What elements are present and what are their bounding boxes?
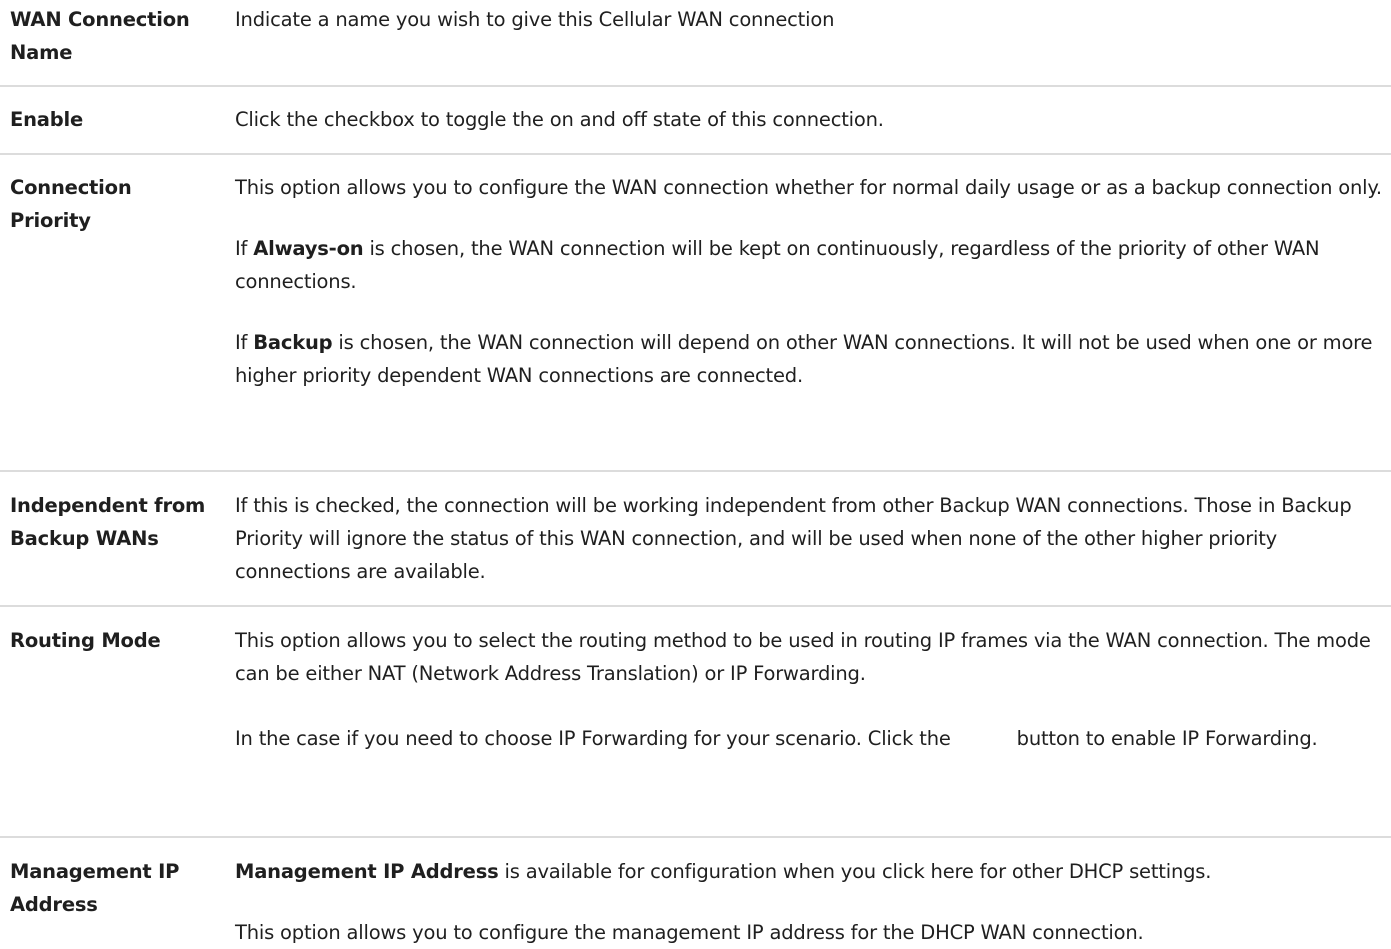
term-management-ip-address: Management IP Address — [10, 860, 180, 916]
text-fragment: button to enable IP Forwarding. — [1010, 727, 1318, 750]
term-independent-from-backup-wans: Independent from Backup WANs — [10, 494, 206, 550]
description-text: If Backup is chosen, the WAN connection … — [235, 326, 1385, 392]
description: This option allows you to select the rou… — [235, 624, 1385, 759]
description-text: This option allows you to configure the … — [235, 176, 1382, 199]
description-text: Click the checkbox to toggle the on and … — [235, 108, 884, 131]
table-row: Independent from Backup WANs If this is … — [0, 472, 1391, 607]
inline-button-image — [957, 730, 1011, 750]
table-row: Connection Priority This option allows y… — [0, 155, 1391, 472]
description-text: In the case if you need to choose IP For… — [235, 718, 1385, 759]
table-row: WAN Connection Name Indicate a name you … — [0, 0, 1391, 87]
description: If this is checked, the connection will … — [235, 489, 1385, 588]
table-row: Management IP Address Management IP Addr… — [0, 838, 1391, 944]
settings-description-table: WAN Connection Name Indicate a name you … — [0, 0, 1391, 944]
text-fragment: is chosen, the WAN connection will depen… — [235, 331, 1373, 387]
text-fragment: is chosen, the WAN connection will be ke… — [235, 237, 1320, 293]
description: Indicate a name you wish to give this Ce… — [235, 3, 1385, 36]
description-text: Management IP Address is available for c… — [235, 855, 1385, 888]
table-row: Routing Mode This option allows you to s… — [0, 607, 1391, 838]
description: Click the checkbox to toggle the on and … — [235, 103, 1385, 136]
option-backup: Backup — [253, 331, 333, 354]
text-fragment: If — [235, 331, 254, 354]
description-text: If Always-on is chosen, the WAN connecti… — [235, 232, 1385, 298]
description: This option allows you to configure the … — [235, 171, 1385, 392]
option-always-on: Always-on — [253, 237, 364, 260]
term-connection-priority: Connection Priority — [10, 176, 132, 232]
description-text: This option allows you to configure the … — [235, 921, 1144, 944]
term-enable: Enable — [10, 108, 84, 131]
table-row: Enable Click the checkbox to toggle the … — [0, 87, 1391, 155]
description-text: Indicate a name you wish to give this Ce… — [235, 8, 835, 31]
description-text: If this is checked, the connection will … — [235, 494, 1352, 583]
term-wan-connection-name: WAN Connection Name — [10, 8, 190, 64]
description-text: This option allows you to select the rou… — [235, 629, 1371, 685]
term-routing-mode: Routing Mode — [10, 629, 161, 652]
text-fragment: In the case if you need to choose IP For… — [235, 727, 957, 750]
management-ip-address-label: Management IP Address — [235, 860, 499, 883]
description: Management IP Address is available for c… — [235, 855, 1385, 949]
text-fragment: If — [235, 237, 254, 260]
text-fragment: is available for configuration when you … — [498, 860, 1212, 883]
